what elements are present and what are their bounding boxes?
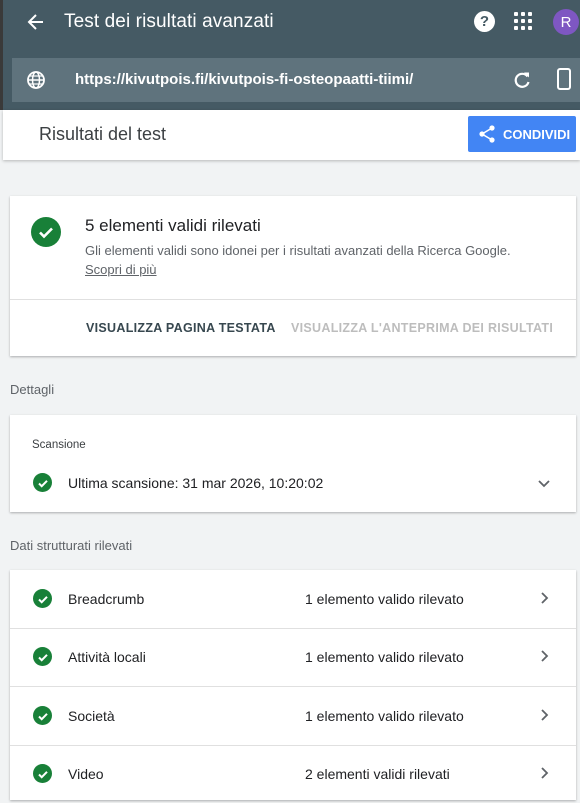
valid-check-icon	[33, 647, 52, 666]
results-header: Risultati del test CONDIVIDI	[3, 110, 580, 160]
chevron-right-icon	[541, 767, 549, 779]
back-button[interactable]	[22, 8, 50, 36]
row-status: 1 elemento valido rilevato	[305, 649, 464, 665]
structured-row-video[interactable]: Video 2 elementi validi rilevati	[10, 745, 576, 803]
row-name: Attività locali	[68, 649, 146, 665]
summary-description: Gli elementi validi sono idonei per i ri…	[85, 243, 511, 258]
row-status: 1 elemento valido rilevato	[305, 708, 464, 724]
chevron-down-icon[interactable]	[537, 476, 551, 490]
results-title: Risultati del test	[39, 124, 167, 144]
chevron-right-icon	[541, 709, 549, 721]
row-name: Video	[68, 766, 104, 782]
learn-more-link[interactable]: Scopri di più	[85, 262, 157, 277]
view-tested-page-button[interactable]: VISUALIZZA PAGINA TESTATA	[86, 321, 276, 335]
help-icon[interactable]: ?	[474, 11, 495, 32]
share-button[interactable]: CONDIVIDI	[468, 116, 576, 152]
avatar[interactable]: R	[553, 9, 579, 35]
url-text[interactable]: https://kivutpois.fi/kivutpois-fi-osteop…	[75, 71, 413, 88]
refresh-icon[interactable]	[512, 70, 532, 90]
scan-text: Ultima scansione: 31 mar 2026, 10:20:02	[68, 475, 324, 491]
preview-results-button: VISUALIZZA L'ANTEPRIMA DEI RISULTATI	[291, 321, 554, 335]
app-bar: Test dei risultati avanzati ? R https://…	[0, 0, 580, 110]
valid-check-icon	[33, 589, 52, 608]
url-bar: https://kivutpois.fi/kivutpois-fi-osteop…	[12, 58, 580, 102]
scan-check-icon	[33, 473, 52, 492]
structured-section-label: Dati strutturati rilevati	[10, 538, 133, 553]
smartphone-icon[interactable]	[557, 68, 571, 90]
scan-card[interactable]: Scansione Ultima scansione: 31 mar 2026,…	[10, 415, 576, 512]
divider	[10, 299, 576, 300]
row-name: Breadcrumb	[68, 591, 145, 607]
apps-grid-icon[interactable]	[514, 12, 532, 30]
summary-card: 5 elementi validi rilevati Gli elementi …	[10, 196, 576, 356]
share-label: CONDIVIDI	[503, 126, 571, 142]
valid-check-icon	[33, 706, 52, 725]
scan-label: Scansione	[32, 439, 86, 451]
structured-row-breadcrumb[interactable]: Breadcrumb 1 elemento valido rilevato	[10, 570, 576, 629]
structured-row-local-business[interactable]: Attività locali 1 elemento valido rileva…	[10, 628, 576, 687]
valid-check-icon	[33, 764, 52, 783]
details-section-label: Dettagli	[10, 382, 55, 397]
window-edge	[0, 0, 3, 110]
summary-title: 5 elementi validi rilevati	[85, 216, 261, 235]
chevron-right-icon	[541, 650, 549, 662]
row-name: Società	[68, 708, 115, 724]
structured-row-organization[interactable]: Società 1 elemento valido rilevato	[10, 687, 576, 746]
app-title: Test dei risultati avanzati	[64, 11, 274, 32]
globe-icon	[27, 71, 45, 89]
row-status: 1 elemento valido rilevato	[305, 591, 464, 607]
chevron-right-icon	[541, 592, 549, 604]
back-arrow-icon	[27, 14, 43, 30]
row-status: 2 elementi validi rilevati	[305, 766, 450, 782]
valid-check-icon	[31, 217, 61, 247]
share-icon	[479, 125, 495, 143]
structured-data-card: Breadcrumb 1 elemento valido rilevato At…	[10, 570, 576, 800]
